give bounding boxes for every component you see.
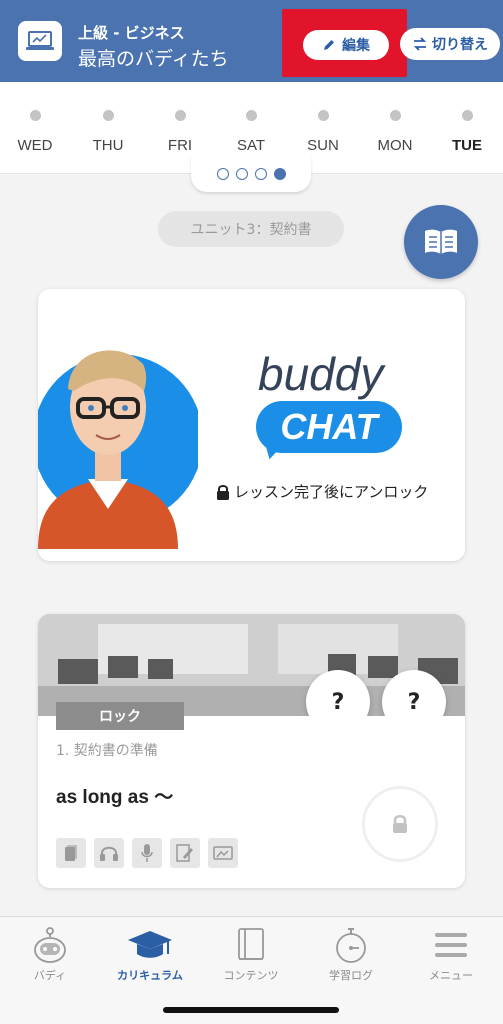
nav-study-log[interactable]: 学習ログ [301,923,401,983]
robot-icon [0,923,100,967]
home-indicator[interactable] [163,1007,339,1013]
nav-label: コンテンツ [223,969,279,982]
chat-logo-bubble: CHAT [256,401,402,453]
app-header: 上級 - ビジネス 最高のバディたち 編集 切り替え [0,0,503,82]
skill-icons [56,838,238,868]
day-tue[interactable]: TUE [437,110,497,154]
stopwatch-icon [301,923,401,967]
nav-label: カリキュラム [117,969,183,982]
nav-label: 学習ログ [329,969,373,982]
microphone-icon [132,838,162,868]
course-name: 最高のバディたち [78,48,229,70]
nav-label: バディ [33,969,67,982]
nav-contents[interactable]: コンテンツ [201,923,301,983]
pager-dot-active[interactable] [273,168,286,180]
graduation-cap-icon [100,923,200,967]
buddy-avatar [38,319,203,549]
day-fri[interactable]: FRI [150,110,210,154]
nav-label: メニュー [429,969,473,982]
day-thu[interactable]: THU [78,110,138,154]
pencil-icon [324,40,334,50]
day-dot [29,110,41,121]
day-dot [102,110,114,121]
switch-button-label: 切り替え [432,37,488,53]
menu-icon [401,923,501,967]
nav-buddy[interactable]: バディ [0,923,100,983]
day-dot [174,110,186,121]
day-sat[interactable]: SAT [221,110,281,154]
week-pager[interactable] [191,156,311,192]
lesson-card[interactable]: ? ? ロック 1. 契約書の準備 as long as 〜 [38,614,465,888]
pager-dot[interactable] [216,168,229,180]
book-icon [201,923,301,967]
day-label: SUN [307,137,339,154]
writing-icon [170,838,200,868]
nav-menu[interactable]: メニュー [401,923,501,983]
cards-icon [56,838,86,868]
unlock-note-text: レッスン完了後にアンロック [234,483,429,501]
lock-icon [393,815,407,833]
unit-label: ユニット3：契約書 [158,211,344,247]
lock-badge: ロック [56,702,184,730]
edit-button[interactable]: 編集 [303,30,389,60]
course-level: 上級 - ビジネス [78,24,185,42]
lesson-title: as long as 〜 [56,787,174,808]
image-card-icon [208,838,238,868]
day-mon[interactable]: MON [365,110,425,154]
buddy-logo-text: buddy [258,348,384,400]
pager-dot[interactable] [254,168,267,180]
switch-button[interactable]: 切り替え [400,28,500,60]
day-dot [317,110,329,121]
day-label: SAT [236,137,266,154]
open-book-icon [425,229,457,254]
day-dot [245,110,257,121]
lesson-lock-button[interactable] [362,786,438,862]
day-dot [461,110,473,121]
day-label: TUE [452,137,482,154]
buddy-chat-card[interactable]: buddy CHAT レッスン完了後にアンロック [38,289,465,561]
day-label: WED [17,137,53,154]
headphones-icon [94,838,124,868]
day-dot [389,110,401,121]
laptop-chart-icon [18,21,62,61]
office-photo: ? ? [38,614,465,716]
pager-dot[interactable] [235,168,248,180]
lock-icon [217,484,229,500]
lesson-number: 1. 契約書の準備 [56,743,158,759]
day-sun[interactable]: SUN [293,110,353,154]
day-label: THU [92,137,124,154]
edit-highlight: 編集 [282,9,407,77]
day-wed[interactable]: WED [5,110,65,154]
unlock-note: レッスン完了後にアンロック [216,481,428,502]
switch-arrows-icon [413,37,427,51]
day-label: MON [377,137,413,154]
edit-button-label: 編集 [342,38,370,54]
day-label: FRI [167,137,193,154]
book-button[interactable] [404,205,478,279]
nav-curriculum[interactable]: カリキュラム [100,923,200,983]
